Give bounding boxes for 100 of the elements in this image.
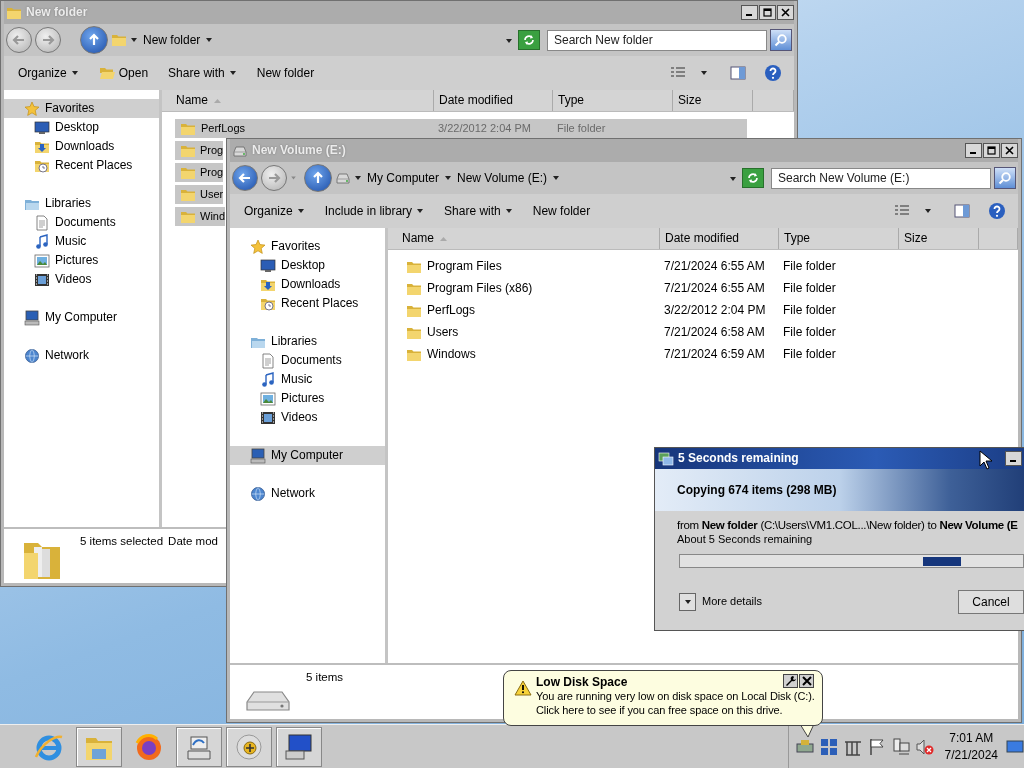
close-button[interactable] [799, 674, 814, 688]
column-header[interactable]: Date modified [434, 90, 553, 111]
tray-button[interactable] [818, 736, 839, 757]
file-row[interactable]: Program Files 7/21/2024 6:55 AM File folder [401, 257, 973, 276]
menu-button[interactable]: Include in library [320, 201, 429, 221]
column-header[interactable]: Type [553, 90, 673, 111]
date-cell: 3/22/2012 2:04 PM [438, 121, 531, 136]
file-row[interactable]: Users 7/21/2024 6:58 AM File folder [401, 323, 973, 342]
back-button[interactable] [6, 27, 32, 53]
search-button[interactable] [994, 167, 1016, 189]
nav-item[interactable]: Desktop [230, 256, 385, 275]
file-row[interactable]: Windows 7/21/2024 6:59 AM File folder [401, 345, 973, 364]
file-row[interactable]: Prog [175, 163, 224, 182]
options-button[interactable] [783, 674, 798, 688]
search-button[interactable] [770, 29, 792, 51]
file-row[interactable]: Wind [175, 207, 226, 226]
nav-item[interactable]: Favorites [230, 237, 385, 256]
maximize-button[interactable] [983, 143, 1000, 158]
nav-item[interactable]: Videos [230, 408, 385, 427]
search-field[interactable]: Search New folder [547, 29, 767, 51]
balloon-title: Low Disk Space [536, 675, 628, 690]
balloon-text: Click here to see if you can free space on this drive. [536, 703, 783, 718]
film-icon [260, 409, 276, 426]
search-field[interactable]: Search New Volume (E:) [771, 167, 991, 189]
breadcrumb-link[interactable]: New folder [141, 32, 203, 48]
details-toggle-button[interactable] [679, 593, 696, 611]
minimize-button[interactable] [1005, 451, 1022, 466]
nav-item[interactable]: Downloads [230, 275, 385, 294]
folder-icon [111, 32, 127, 48]
nav-item[interactable]: Recent Places [4, 156, 159, 175]
column-header[interactable]: Size [673, 90, 753, 111]
up-arrow-icon [87, 33, 101, 47]
nav-item[interactable]: Favorites [4, 99, 159, 118]
caret-icon [290, 175, 297, 181]
forward-arrow-icon [267, 171, 281, 185]
nav-item[interactable]: Libraries [230, 332, 385, 351]
date-cell: 3/22/2012 2:04 PM [664, 303, 766, 318]
cancel-button[interactable]: Cancel [958, 590, 1024, 614]
close-icon [781, 8, 790, 17]
nav-item[interactable]: My Computer [4, 308, 159, 327]
column-header[interactable]: Name [162, 90, 434, 111]
refresh-button[interactable] [742, 168, 764, 188]
notification-balloon[interactable]: Low Disk Space You are running very low on disk space on Local Disk (C:). Click here to see if you can free space on this drive. [503, 670, 823, 726]
menu-button[interactable]: Organize [14, 63, 83, 83]
nav-item[interactable]: Pictures [230, 389, 385, 408]
nav-item[interactable]: Documents [230, 351, 385, 370]
file-row[interactable]: PerfLogs 3/22/2012 2:04 PM File folder [401, 301, 973, 320]
breadcrumb-link[interactable]: My Computer [365, 170, 442, 186]
nav-item[interactable]: Libraries [4, 194, 159, 213]
column-header[interactable]: Date modified [660, 228, 779, 249]
file-row[interactable]: Prog [175, 141, 224, 160]
nav-item[interactable]: Desktop [4, 118, 159, 137]
maximize-icon [763, 8, 772, 17]
toolbar-button[interactable]: New folder [528, 201, 595, 221]
warning-icon [514, 680, 532, 696]
film-icon [34, 271, 50, 288]
column-header[interactable]: Size [899, 228, 979, 249]
taskbar-button[interactable] [276, 726, 322, 767]
column-header[interactable]: Type [779, 228, 899, 249]
up-button[interactable] [304, 164, 332, 192]
maximize-button[interactable] [759, 5, 776, 20]
status-text: 5 items [306, 671, 344, 683]
nav-item[interactable]: Network [230, 484, 385, 503]
forward-button[interactable] [261, 165, 287, 191]
caret-icon [924, 207, 932, 215]
up-button[interactable] [80, 26, 108, 54]
nav-item[interactable]: Music [230, 370, 385, 389]
window-title: New Volume (E:) [252, 143, 346, 158]
file-row[interactable]: User [175, 185, 224, 204]
menu-button[interactable]: Share with [164, 63, 241, 83]
file-name: Windows [427, 347, 476, 362]
nav-item[interactable]: My Computer [230, 446, 385, 465]
back-button[interactable] [232, 165, 258, 191]
file-row[interactable]: Program Files (x86) 7/21/2024 6:55 AM File folder [401, 279, 973, 298]
nav-item[interactable]: Recent Places [230, 294, 385, 313]
show-desktop-button[interactable] [1006, 738, 1024, 755]
drive-icon [335, 170, 351, 186]
status-text: 5 items selected [80, 535, 164, 547]
nav-item[interactable]: Downloads [4, 137, 159, 156]
nav-item[interactable]: Pictures [4, 251, 159, 270]
tray-button[interactable] [890, 736, 911, 757]
refresh-button[interactable] [518, 30, 540, 50]
menu-button[interactable]: Organize [240, 201, 309, 221]
toolbar-button[interactable]: New folder [252, 63, 319, 83]
close-button[interactable] [777, 5, 794, 20]
nav-item[interactable]: Videos [4, 270, 159, 289]
minimize-button[interactable] [965, 143, 982, 158]
toolbar-button[interactable]: Open [94, 63, 153, 83]
file-row[interactable]: PerfLogs 3/22/2012 2:04 PM File folder [175, 119, 747, 138]
close-button[interactable] [1001, 143, 1018, 158]
sort-arrow-icon [440, 236, 447, 241]
nav-item[interactable]: Documents [4, 213, 159, 232]
nav-item[interactable]: Network [4, 346, 159, 365]
menu-button[interactable]: Share with [440, 201, 517, 221]
column-header[interactable]: Name [388, 228, 660, 249]
forward-button[interactable] [35, 27, 61, 53]
breadcrumb-link[interactable]: New Volume (E:) [455, 170, 550, 186]
music-note-icon [34, 233, 50, 250]
nav-item[interactable]: Music [4, 232, 159, 251]
minimize-button[interactable] [741, 5, 758, 20]
